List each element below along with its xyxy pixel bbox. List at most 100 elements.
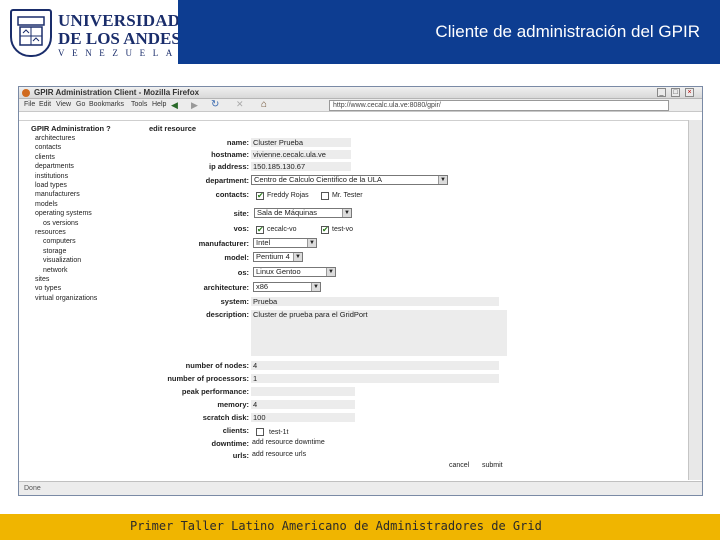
chevron-down-icon: ▼ [342,209,351,217]
sidebar-item[interactable]: visualization [43,257,81,264]
menu-bar: File Edit View Go Bookmarks Tools Help ◀… [19,99,702,112]
window-title: GPIR Administration Client - Mozilla Fir… [34,88,200,97]
memory-label: memory: [217,400,249,409]
processors-input[interactable]: 1 [251,374,499,383]
nodes-input[interactable]: 4 [251,361,499,370]
client-test-label: test-1t [269,429,289,436]
sidebar-item[interactable]: models [35,201,58,208]
menu-bookmarks[interactable]: Bookmarks [89,101,124,108]
vo-cecalc-checkbox[interactable] [256,225,264,234]
chevron-down-icon: ▼ [326,268,335,276]
url-bar[interactable]: http://www.cecalc.ula.ve:8080/gpir/ [329,100,669,111]
reload-icon[interactable]: ↻ [211,99,221,110]
contact-tester-label: Mr. Tester [332,192,363,199]
menu-go[interactable]: Go [76,101,85,108]
menu-help[interactable]: Help [152,101,166,108]
submit-button[interactable]: submit [482,462,503,469]
clients-label: clients: [222,426,249,435]
manufacturer-value: Intel [256,238,271,247]
menu-edit[interactable]: Edit [39,101,51,108]
sidebar-item[interactable]: institutions [35,173,68,180]
hostname-label: hostname: [211,150,249,159]
stop-icon[interactable]: ✕ [236,99,246,109]
site-label: site: [233,209,249,218]
menu-tools[interactable]: Tools [131,101,147,108]
sidebar-item[interactable]: os versions [43,220,78,227]
back-icon[interactable]: ◀ [171,100,181,110]
urls-link[interactable]: add resource urls [252,451,306,458]
peak-performance-label: peak performance: [181,387,249,396]
sidebar-item[interactable]: computers [43,238,76,245]
name-label: name: [226,138,249,147]
department-label: department: [205,176,249,185]
footer-text: Primer Taller Latino Americano de Admini… [130,519,542,533]
contacts-label: contacts: [215,190,249,199]
system-label: system: [220,297,249,306]
model-label: model: [224,253,249,262]
home-icon[interactable]: ⌂ [261,99,271,110]
university-seal-icon [10,9,52,57]
model-select[interactable]: Pentium 4 ▼ [253,252,303,262]
sidebar-item[interactable]: contacts [35,144,61,151]
sidebar-item[interactable]: virtual organizations [35,295,97,302]
minimize-icon[interactable]: _ [657,88,666,97]
maximize-icon[interactable]: □ [671,88,680,97]
downtime-label: downtime: [211,439,250,448]
forward-icon[interactable]: ▶ [191,100,201,110]
logo-text-line1: UNIVERSIDAD [58,11,181,30]
menu-view[interactable]: View [56,101,71,108]
slide-footer: Primer Taller Latino Americano de Admini… [0,514,720,540]
sidebar-item[interactable]: resources [35,229,66,236]
client-test-checkbox[interactable] [256,428,264,436]
sidebar-item[interactable]: operating systems [35,210,92,217]
chevron-down-icon: ▼ [307,239,316,247]
site-value: Sala de Máquinas [257,208,318,217]
sidebar-item[interactable]: vo types [35,285,61,292]
form-title: edit resource [149,124,197,133]
sidebar-item[interactable]: manufacturers [35,191,80,198]
sidebar-item[interactable]: network [43,267,68,274]
firefox-icon [22,89,30,97]
contact-tester-checkbox[interactable] [321,192,329,200]
manufacturer-label: manufacturer: [198,239,249,248]
sidebar-item[interactable]: architectures [35,135,75,142]
description-textarea[interactable]: Cluster de prueba para el GridPort [251,310,507,356]
downtime-link[interactable]: add resource downtime [252,439,325,446]
close-icon[interactable]: × [685,88,694,97]
status-bar: Done [19,481,702,495]
slide-title: Cliente de administración del GPIR [435,22,700,41]
ip-address-label: ip address: [208,162,249,171]
slide-header: UNIVERSIDAD DE LOS ANDES VENEZUELA Clien… [0,0,720,66]
contact-freddy-checkbox[interactable] [256,191,264,200]
vo-test-checkbox[interactable] [321,225,329,234]
urls-label: urls: [232,451,249,460]
contact-freddy-label: Freddy Rojas [267,192,309,199]
window-titlebar: GPIR Administration Client - Mozilla Fir… [19,87,702,99]
processors-label: number of processors: [167,374,249,383]
sidebar-item[interactable]: clients [35,154,55,161]
name-input[interactable]: Cluster Prueba [251,138,351,147]
sidebar-item[interactable]: storage [43,248,66,255]
manufacturer-select[interactable]: Intel ▼ [253,238,317,248]
site-select[interactable]: Sala de Máquinas ▼ [254,208,352,218]
sidebar-item[interactable]: departments [35,163,74,170]
sidebar-item[interactable]: sites [35,276,49,283]
scratch-disk-input[interactable]: 100 [251,413,355,422]
hostname-input[interactable]: vivienne.cecalc.ula.ve [251,150,351,159]
description-label: description: [206,310,249,319]
os-select[interactable]: Linux Gentoo ▼ [253,267,336,277]
os-label: os: [237,268,249,277]
department-select[interactable]: Centro de Calculo Cientifico de la ULA ▼ [251,175,448,185]
memory-input[interactable]: 4 [251,400,355,409]
ip-address-input[interactable]: 150.185.130.67 [251,162,351,171]
architecture-select[interactable]: x86 ▼ [253,282,321,292]
vos-label: vos: [233,224,249,233]
cancel-button[interactable]: cancel [449,462,469,469]
menu-file[interactable]: File [24,101,35,108]
sidebar-item[interactable]: load types [35,182,67,189]
department-value: Centro de Calculo Cientifico de la ULA [254,175,382,184]
logo-text-line2: DE LOS ANDES [58,29,181,48]
vertical-scrollbar[interactable] [688,120,702,480]
system-input[interactable]: Prueba [251,297,499,306]
peak-performance-input[interactable] [251,387,355,396]
